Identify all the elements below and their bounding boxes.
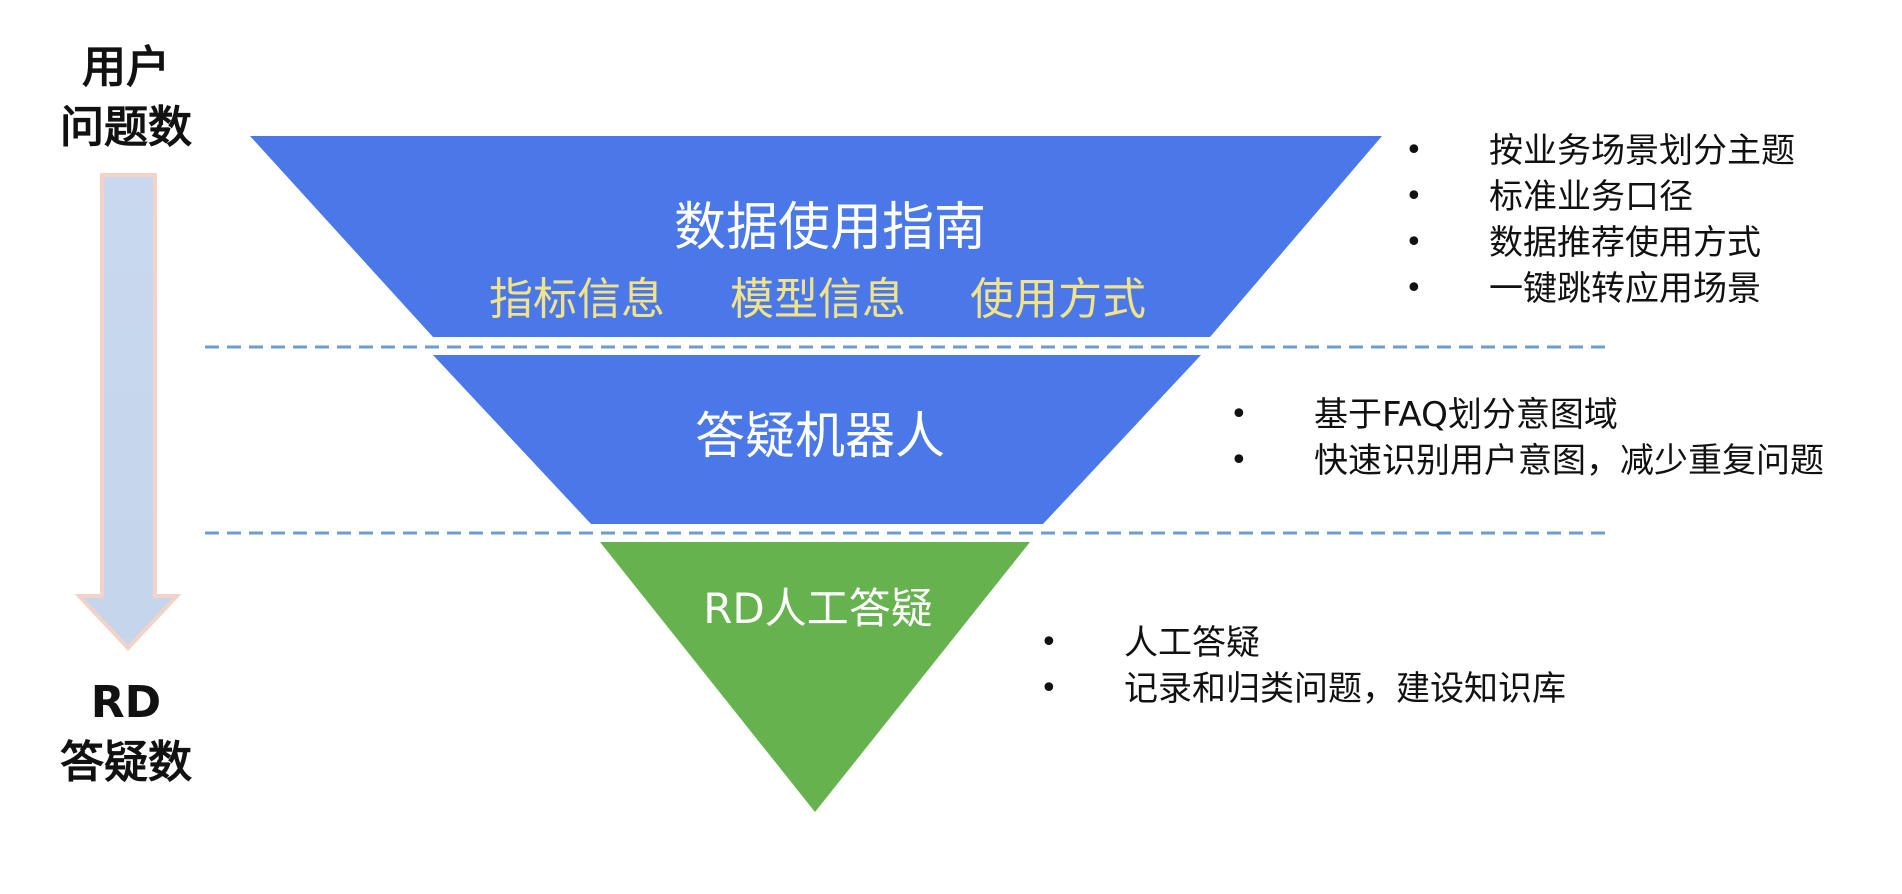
axis-top-label: 用户 问题数 (26, 38, 226, 158)
bullet-item: 一键跳转应用场景 (1405, 266, 1795, 312)
tier-2-bullet-list: 基于FAQ划分意图域 快速识别用户意图，减少重复问题 (1230, 392, 1824, 484)
axis-bottom-label-line2: 答疑数 (60, 737, 192, 788)
axis-top-label-line1: 用户 (82, 42, 170, 93)
tier-1-subitem-2: 模型信息 (730, 274, 906, 325)
bullet-item: 基于FAQ划分意图域 (1230, 392, 1824, 438)
tier-3-bullet-list: 人工答疑 记录和归类问题，建设知识库 (1040, 620, 1566, 712)
bullet-item: 标准业务口径 (1405, 174, 1795, 220)
tier-1-bullet-list: 按业务场景划分主题 标准业务口径 数据推荐使用方式 一键跳转应用场景 (1405, 128, 1795, 312)
bullet-item: 按业务场景划分主题 (1405, 128, 1795, 174)
axis-bottom-label: RD 答疑数 (26, 673, 226, 793)
bullet-item: 人工答疑 (1040, 620, 1566, 666)
bullet-item: 数据推荐使用方式 (1405, 220, 1795, 266)
bullet-item: 记录和归类问题，建设知识库 (1040, 666, 1566, 712)
axis-top-label-line2: 问题数 (60, 102, 192, 153)
bullet-item: 快速识别用户意图，减少重复问题 (1230, 438, 1824, 484)
tier-1-subitem-3: 使用方式 (970, 274, 1146, 325)
axis-bottom-label-line1: RD (90, 677, 162, 728)
tier-1-subitem-1: 指标信息 (489, 274, 665, 325)
